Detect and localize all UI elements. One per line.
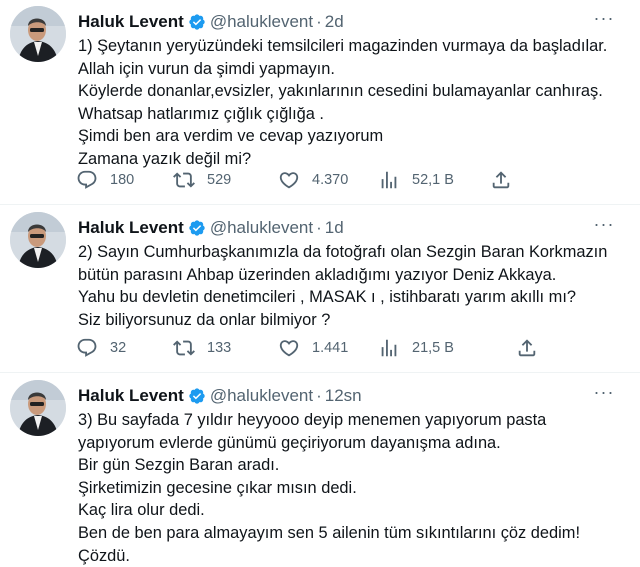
tweet-header: Haluk Levent @haluklevent · 2d: [78, 10, 344, 34]
views-button[interactable]: 21,5 B: [378, 337, 454, 359]
retweet-count: 529: [207, 172, 232, 188]
tweet-line: bütün parasını Ahbap üzerinden akladığım…: [78, 265, 557, 284]
tweet-line: Köylerde donanlar,evsizler, yakınlarının…: [78, 82, 603, 101]
timestamp[interactable]: 12sn: [325, 386, 362, 406]
retweet-count: 133: [207, 340, 232, 356]
reply-count: 180: [110, 172, 135, 188]
retweet-button[interactable]: 529: [173, 169, 231, 191]
timestamp[interactable]: 2d: [325, 12, 344, 32]
divider: [0, 204, 640, 205]
tweet-line: Kaç lira olur dedi.: [78, 501, 205, 520]
tweet-text: 3) Bu sayfada 7 yıldır heyyooo deyip men…: [78, 409, 580, 567]
views-count: 21,5 B: [412, 340, 454, 356]
tweet-header: Haluk Levent @haluklevent · 1d: [78, 216, 344, 240]
tweet-line: Allah için vurun da şimdi yapmayın.: [78, 59, 335, 78]
tweet-line: Şirketimizin gecesine çıkar mısın dedi.: [78, 478, 357, 497]
author-name[interactable]: Haluk Levent: [78, 386, 184, 406]
heart-icon: [279, 340, 299, 357]
tweet-actions: 180 529 4.370 52,1 B: [76, 169, 546, 193]
like-count: 1.441: [312, 340, 349, 356]
verified-badge-icon: [189, 388, 205, 404]
author-handle[interactable]: @haluklevent: [210, 218, 313, 238]
retweet-icon: [173, 340, 195, 356]
verified-badge-icon: [189, 220, 205, 236]
like-count: 4.370: [312, 172, 349, 188]
avatar-photo: [10, 6, 66, 62]
share-button[interactable]: [490, 169, 524, 191]
share-icon: [492, 171, 510, 189]
views-button[interactable]: 52,1 B: [378, 169, 454, 191]
more-options-icon[interactable]: ···: [590, 214, 618, 238]
reply-icon: [77, 170, 97, 189]
tweet-3[interactable]: Haluk Levent @haluklevent · 12sn ··· 3) …: [0, 380, 640, 566]
like-button[interactable]: 1.441: [278, 337, 348, 359]
tweet-line: Şimdi ben ara verdim ve cevap yazıyorum: [78, 127, 384, 146]
tweet-text: 2) Sayın Cumhurbaşkanımızla da fotoğrafı…: [78, 241, 607, 331]
tweet-text: 1) Şeytanın yeryüzündeki temsilcileri ma…: [78, 35, 607, 171]
reply-button[interactable]: 32: [76, 337, 126, 359]
author-name[interactable]: Haluk Levent: [78, 218, 184, 238]
author-name[interactable]: Haluk Levent: [78, 12, 184, 32]
more-options-icon[interactable]: ···: [590, 8, 618, 32]
tweet-line: Zamana yazık değil mi?: [78, 149, 252, 168]
tweet-line: Siz biliyorsunuz da onlar bilmiyor ?: [78, 310, 331, 329]
avatar-photo: [10, 212, 66, 268]
divider: [0, 372, 640, 373]
share-button[interactable]: [516, 337, 550, 359]
tweet-line: Çözdü.: [78, 546, 130, 565]
tweet-actions: 32 133 1.441 21,5 B: [76, 337, 546, 361]
tweet-line: 1) Şeytanın yeryüzündeki temsilcileri ma…: [78, 37, 608, 55]
tweet-line: 2) Sayın Cumhurbaşkanımızla da fotoğrafı…: [78, 243, 608, 261]
heart-icon: [279, 172, 299, 189]
tweet-line: 3) Bu sayfada 7 yıldır heyyooo deyip men…: [78, 411, 547, 429]
views-chart-icon: [381, 171, 397, 189]
avatar[interactable]: [10, 380, 66, 436]
views-chart-icon: [381, 339, 397, 357]
separator-dot: ·: [316, 386, 322, 405]
author-handle[interactable]: @haluklevent: [210, 12, 313, 32]
share-icon: [518, 339, 536, 357]
avatar-photo: [10, 380, 66, 436]
separator-dot: ·: [316, 218, 322, 237]
tweet-line: yapıyorum evlerde günümü geçiriyorum day…: [78, 433, 501, 452]
author-handle[interactable]: @haluklevent: [210, 386, 313, 406]
tweet-line: Yahu bu devletin denetimcileri , MASAK ı…: [78, 288, 576, 307]
retweet-icon: [173, 172, 195, 188]
reply-icon: [77, 338, 97, 357]
reply-count: 32: [110, 340, 127, 356]
more-options-icon[interactable]: ···: [590, 382, 618, 406]
reply-button[interactable]: 180: [76, 169, 134, 191]
separator-dot: ·: [316, 12, 322, 31]
tweet-line: Ben de ben para almayayım sen 5 ailenin …: [78, 523, 580, 542]
views-count: 52,1 B: [412, 172, 454, 188]
avatar[interactable]: [10, 6, 66, 62]
verified-badge-icon: [189, 14, 205, 30]
timestamp[interactable]: 1d: [325, 218, 344, 238]
tweet-line: Bir gün Sezgin Baran aradı.: [78, 456, 280, 475]
retweet-button[interactable]: 133: [173, 337, 231, 359]
avatar[interactable]: [10, 212, 66, 268]
tweet-1[interactable]: Haluk Levent @haluklevent · 2d ··· 1) Şe…: [0, 6, 640, 196]
tweet-line: Whatsap hatlarımız çığlık çığlığa .: [78, 104, 324, 123]
tweet-2[interactable]: Haluk Levent @haluklevent · 1d ··· 2) Sa…: [0, 212, 640, 367]
like-button[interactable]: 4.370: [278, 169, 348, 191]
tweet-header: Haluk Levent @haluklevent · 12sn: [78, 384, 362, 408]
